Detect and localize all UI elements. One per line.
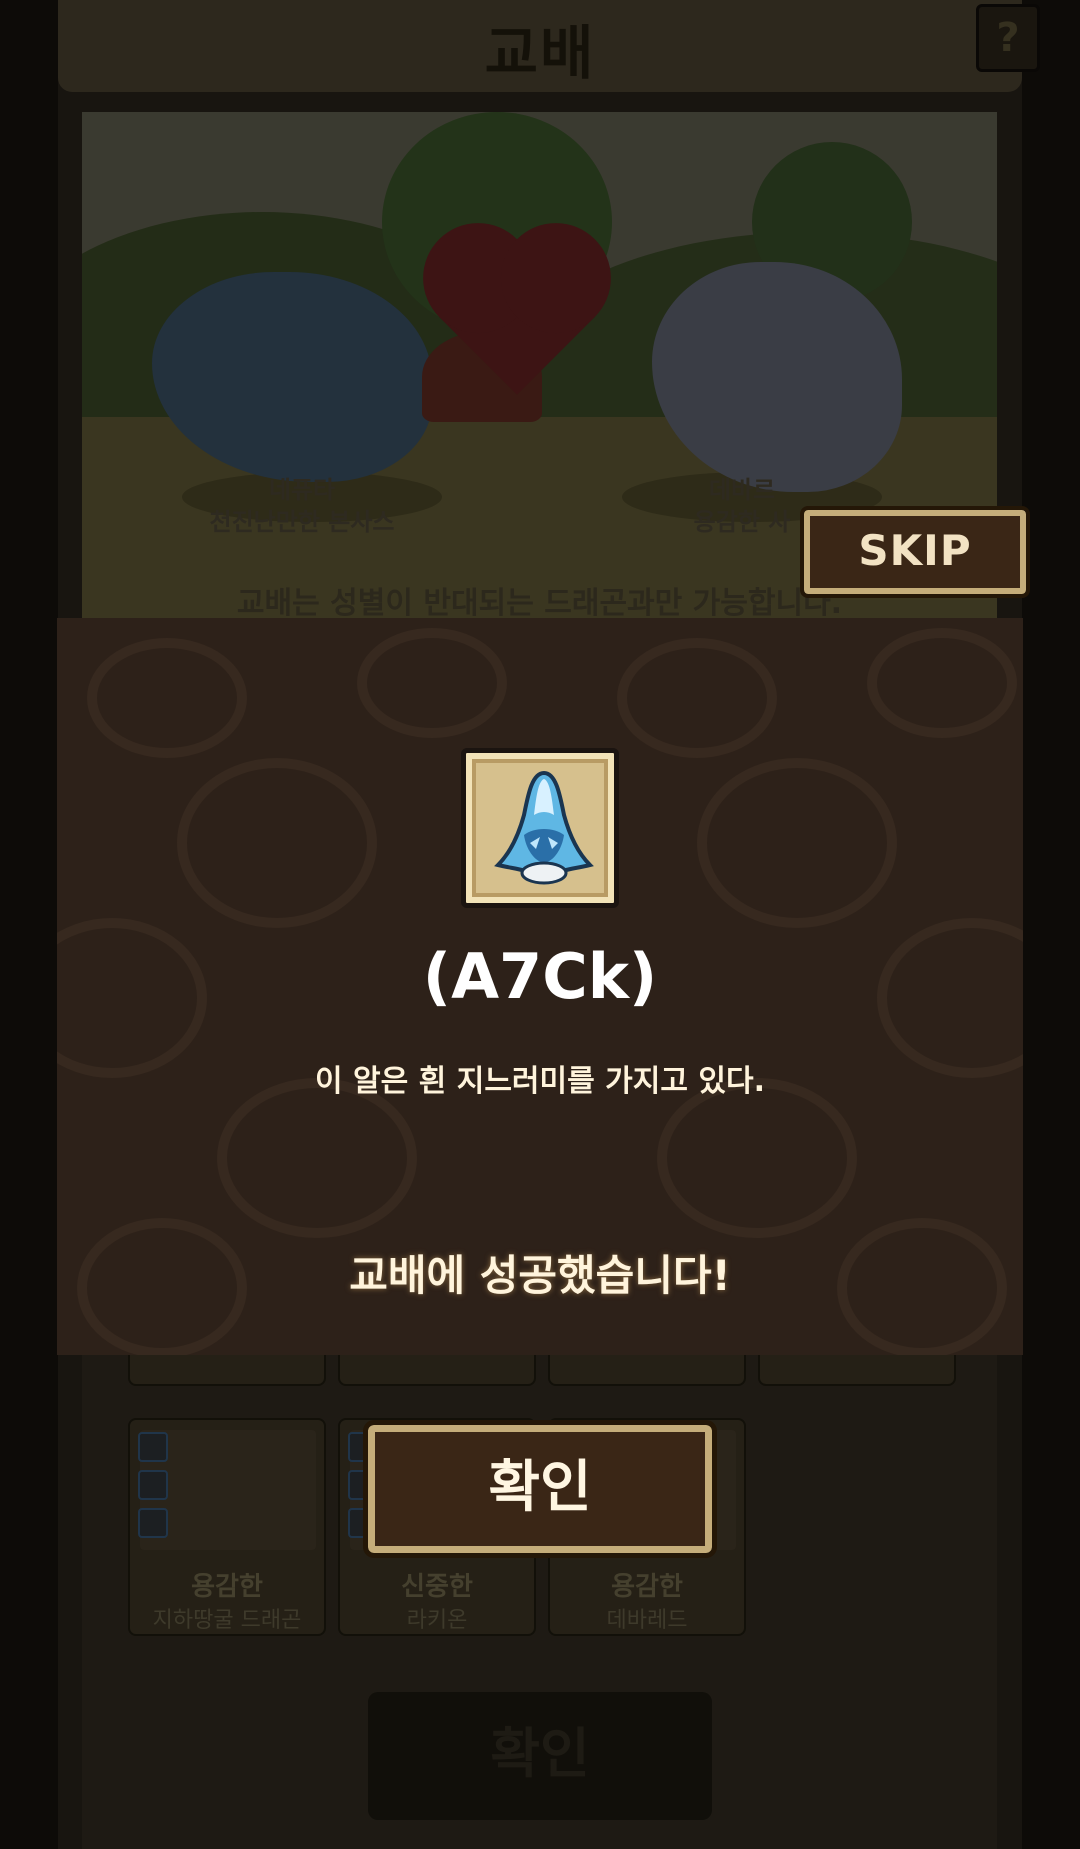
pattern-swirl [87, 638, 247, 758]
dragon-card-name: 지하땅굴 드래곤 [152, 1608, 302, 1633]
pattern-swirl [217, 1078, 417, 1238]
item-icon-frame [461, 748, 619, 908]
dragon-card-name: 라키온 [406, 1608, 468, 1633]
dragon-card-trait: 신중한 [401, 1572, 473, 1602]
breed-confirm-button[interactable]: 확인 [368, 1692, 712, 1820]
element-icon [138, 1432, 168, 1462]
dragon-card-name: 데바레드 [606, 1608, 688, 1633]
page-title: 교배 [484, 19, 596, 87]
pattern-swirl [357, 628, 507, 738]
skip-button[interactable]: SKIP [800, 506, 1030, 598]
confirm-button[interactable]: 확인 [363, 1420, 717, 1558]
dragon-left-label: 네퓨타 천진난만한 본사스 [142, 474, 462, 538]
dragon-left-trait: 천진난만한 본사스 [209, 508, 395, 536]
dragon-left-name: 네퓨타 [268, 476, 336, 504]
item-name: (A7Ck) [422, 940, 658, 1013]
pattern-swirl [657, 1078, 857, 1238]
element-icon [138, 1470, 168, 1500]
dragon-right-name: 데바르 [708, 476, 776, 504]
pattern-swirl [617, 638, 777, 758]
pattern-swirl [177, 758, 377, 928]
dragon-card[interactable]: 용감한 지하땅굴 드래곤 [128, 1418, 326, 1636]
pattern-swirl [867, 628, 1017, 738]
dragon-card-trait: 용감한 [611, 1572, 683, 1602]
top-bar: 교배 ? [58, 0, 1040, 92]
dragon-card-trait: 용감한 [191, 1572, 263, 1602]
help-button[interactable]: ? [976, 4, 1040, 72]
item-description: 이 알은 흰 지느러미를 가지고 있다. [314, 1064, 766, 1099]
blue-egg-icon [494, 770, 594, 885]
result-modal: (A7Ck) 이 알은 흰 지느러미를 가지고 있다. 교배에 성공했습니다! [57, 618, 1023, 1355]
result-message: 교배에 성공했습니다! [349, 1251, 731, 1300]
element-icon [138, 1508, 168, 1538]
pattern-swirl [697, 758, 897, 928]
